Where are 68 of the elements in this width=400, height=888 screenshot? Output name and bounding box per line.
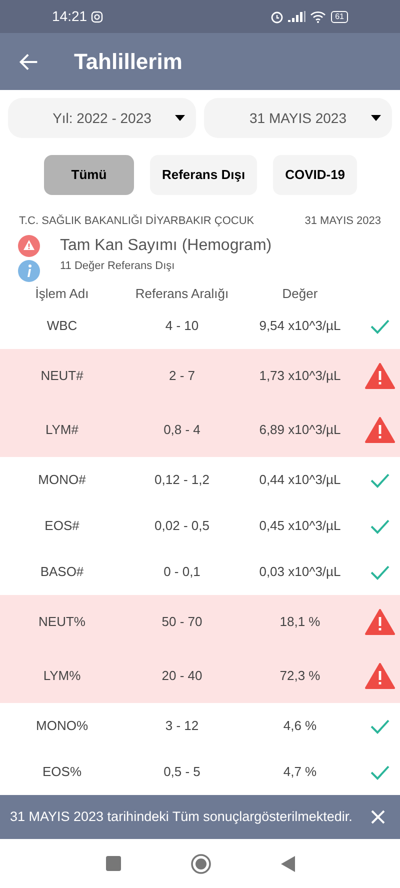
close-button[interactable] <box>370 809 386 825</box>
table-cell-text: EOS# <box>44 517 80 536</box>
table-cell-text: 72,3 % <box>278 667 322 686</box>
filter-tab[interactable]: Referans Dışı <box>150 155 258 195</box>
table-cell-text: 0 - 0,1 <box>162 563 202 582</box>
table-cell-text: 4,6 % <box>282 717 318 736</box>
table-cell-text: 0,12 - 1,2 <box>154 471 210 490</box>
table-cell-text: 6,89 x10^3/µL <box>258 421 342 440</box>
table-cell-text: 0,02 - 0,5 <box>154 517 210 536</box>
caret-icon <box>370 114 382 122</box>
table-cell-text: LYM% <box>42 667 82 686</box>
table-cell-text: 2 - 7 <box>168 367 196 386</box>
table-cell-text: 0,44 x10^3/µL <box>258 471 342 490</box>
table-cell-text: 18,1 % <box>278 613 322 632</box>
check-icon <box>370 764 390 780</box>
table-cell-text: MONO% <box>35 717 89 736</box>
table-cell-text: 0,03 x10^3/µL <box>258 563 342 582</box>
table-cell-text: 0,45 x10^3/µL <box>258 517 342 536</box>
test-name: Tam Kan Sayımı (Hemogram) <box>60 236 272 256</box>
table-cell-text: WBC <box>46 317 78 336</box>
table-cell-text: 20 - 40 <box>160 667 204 686</box>
table-cell-text: 3 - 12 <box>164 717 200 736</box>
table-cell-text: 50 - 70 <box>160 613 204 632</box>
table-cell-text: 1,73 x10^3/µL <box>258 367 342 386</box>
warning-icon <box>18 234 40 256</box>
table-cell-text: LYM# <box>44 421 80 440</box>
summary-text: 11 Değer Referans Dışı <box>60 259 175 274</box>
table-cell-text: EOS% <box>41 763 82 782</box>
check-icon <box>370 518 390 534</box>
table-cell-text: NEUT# <box>40 367 84 386</box>
table-cell-text: 4,7 % <box>282 763 318 782</box>
check-icon <box>370 472 390 488</box>
back-nav-button[interactable] <box>280 856 294 872</box>
check-icon <box>370 318 390 334</box>
table-cell-text: NEUT% <box>38 613 86 632</box>
table-cell-text: 0,5 - 5 <box>162 763 202 782</box>
table-cell-text: 0,8 - 4 <box>162 421 202 440</box>
info-icon <box>18 260 40 282</box>
table-cell-text: 4 - 10 <box>164 317 200 336</box>
caret-icon <box>174 114 186 122</box>
filter-tab[interactable]: COVID-19 <box>273 155 358 195</box>
warning-icon <box>365 363 395 389</box>
column-header: Referans Aralığı <box>134 284 230 303</box>
signal-icon <box>288 11 306 22</box>
filter-tab[interactable]: Tümü <box>44 155 134 195</box>
recents-button[interactable] <box>106 856 120 871</box>
warning-icon <box>365 663 395 689</box>
warning-icon <box>365 417 395 443</box>
home-button[interactable] <box>190 854 210 874</box>
check-icon <box>370 564 390 580</box>
snackbar-message: 31 MAYIS 2023 tarihindeki Tüm sonuçlargösterilmektedir. <box>10 808 354 826</box>
column-header: Değer <box>281 284 319 303</box>
column-header: İşlem Adı <box>34 284 90 303</box>
dropdown[interactable]: 31 MAYIS 2023 <box>204 98 392 138</box>
report-date: 31 MAYIS 2023 <box>304 214 381 229</box>
warning-icon <box>365 609 395 635</box>
institution-name: T.C. SAĞLIK BAKANLIĞI DİYARBAKIR ÇOCUK <box>19 214 254 229</box>
status-time: 14:21 <box>52 7 88 26</box>
wifi-icon <box>310 10 326 22</box>
screen-title: Tahlillerim <box>74 48 182 76</box>
table-cell-text: 9,54 x10^3/µL <box>258 317 342 336</box>
dropdown[interactable]: Yıl: 2022 - 2023 <box>8 98 196 138</box>
check-icon <box>370 718 390 734</box>
alarm-icon <box>270 10 284 24</box>
camera-icon <box>91 10 104 22</box>
battery-indicator: 61 <box>331 10 348 22</box>
table-cell-text: MONO# <box>37 471 87 490</box>
table-cell-text: BASO# <box>39 563 85 582</box>
